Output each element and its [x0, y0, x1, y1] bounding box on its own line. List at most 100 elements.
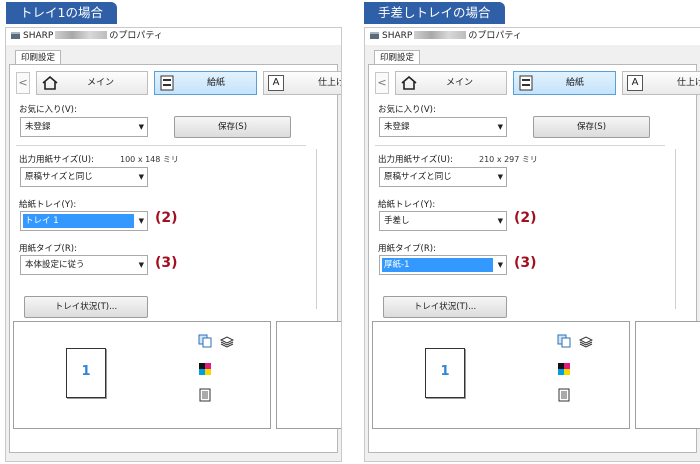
tab-print-settings[interactable]: 印刷設定	[374, 50, 421, 65]
paper-type-value: 本体設定に従う	[25, 260, 85, 270]
nav-prev-button[interactable]: <	[16, 72, 30, 94]
divider	[375, 145, 665, 146]
paper-tray-label: 給紙トレイ(Y):	[19, 200, 77, 210]
settings-content: < メイン 給紙 A 仕上げ お気に入り(V): 未登録 ▼ 保存(	[9, 64, 341, 453]
paper-tray-select[interactable]: 手差し ▼	[379, 211, 507, 231]
window-title-suffix: のプロパティ	[468, 31, 522, 41]
window-title-suffix: のプロパティ	[109, 31, 163, 41]
window-titlebar: SHARP のプロパティ	[365, 28, 700, 45]
tab-print-settings[interactable]: 印刷設定	[15, 50, 62, 65]
nav-finishing-button[interactable]: A 仕上げ	[622, 71, 700, 95]
preview-page-number: 1	[440, 364, 450, 379]
stack-icon	[220, 336, 234, 348]
nav-paper-label: 給紙	[207, 78, 226, 88]
nav-finishing-button[interactable]: A 仕上げ	[263, 71, 341, 95]
finishing-icon: A	[627, 75, 643, 91]
category-nav: < メイン 給紙 A 仕上げ	[16, 71, 341, 95]
nav-paper-button[interactable]: 給紙	[513, 71, 616, 95]
panel-bypass-tray: 手差しトレイの場合 SHARP のプロパティ 印刷設定 < メイン 給紙 A 仕上…	[364, 0, 700, 462]
output-size-select-value: 原稿サイズと同じ	[384, 172, 452, 182]
color-icon	[199, 363, 211, 375]
document-icon	[558, 388, 570, 402]
printer-icon	[370, 32, 379, 39]
divider	[316, 149, 317, 309]
copy-icon	[198, 334, 212, 348]
properties-window: SHARP のプロパティ 印刷設定 < メイン 給紙 A 仕上げ お気に入り(V)…	[364, 27, 700, 462]
color-icon	[558, 363, 570, 375]
favorites-label: お気に入り(V):	[378, 105, 436, 115]
preview-page: 1	[66, 348, 106, 398]
favorites-value: 未登録	[384, 122, 410, 132]
properties-window: SHARP のプロパティ 印刷設定 < メイン 給紙 A 仕上げ お気に入り(V)…	[5, 27, 342, 462]
paper-type-value: 厚紙-1	[382, 258, 493, 272]
annotation-marker: (2)	[155, 210, 178, 226]
nav-paper-label: 給紙	[566, 78, 585, 88]
document-icon	[199, 388, 211, 402]
preview-side-panel	[276, 321, 341, 429]
copy-icon	[557, 334, 571, 348]
nav-main-label: メイン	[87, 78, 115, 88]
window-title-prefix: SHARP	[382, 31, 413, 41]
home-icon	[42, 76, 58, 90]
category-nav: < メイン 給紙 A 仕上げ	[375, 71, 700, 95]
save-button[interactable]: 保存(S)	[533, 116, 650, 138]
window-titlebar: SHARP のプロパティ	[6, 28, 341, 45]
output-size-value: 210 x 297 ミリ	[479, 155, 538, 164]
chevron-down-icon: ▼	[138, 123, 144, 131]
output-size-value: 100 x 148 ミリ	[120, 155, 179, 164]
paper-type-label: 用紙タイプ(R):	[378, 244, 436, 254]
nav-main-button[interactable]: メイン	[36, 71, 148, 95]
nav-main-label: メイン	[446, 78, 474, 88]
chevron-down-icon: ▼	[497, 123, 503, 131]
chevron-down-icon: ▼	[497, 173, 503, 181]
favorites-select[interactable]: 未登録 ▼	[20, 117, 148, 137]
nav-main-button[interactable]: メイン	[395, 71, 507, 95]
chevron-down-icon: ▼	[497, 261, 503, 269]
tray-status-button[interactable]: トレイ状況(T)...	[24, 296, 148, 318]
output-size-select-value: 原稿サイズと同じ	[25, 172, 93, 182]
divider	[675, 149, 676, 309]
chevron-down-icon: ▼	[497, 217, 503, 225]
save-button[interactable]: 保存(S)	[174, 116, 291, 138]
favorites-select[interactable]: 未登録 ▼	[379, 117, 507, 137]
preview-side-panel	[635, 321, 700, 429]
redacted-model-name	[55, 31, 108, 39]
panel-tray1: トレイ1の場合 SHARP のプロパティ 印刷設定 < メイン 給紙 A 仕上げ	[5, 0, 342, 462]
print-preview: 1	[13, 321, 271, 429]
paper-tray-label: 給紙トレイ(Y):	[378, 200, 436, 210]
chevron-down-icon: ▼	[138, 173, 144, 181]
nav-finishing-label: 仕上げ	[677, 78, 700, 88]
paper-tray-icon	[160, 75, 174, 91]
favorites-label: お気に入り(V):	[19, 105, 77, 115]
nav-prev-button[interactable]: <	[375, 72, 389, 94]
paper-type-label: 用紙タイプ(R):	[19, 244, 77, 254]
paper-tray-value: 手差し	[384, 216, 410, 226]
redacted-model-name	[414, 31, 467, 39]
settings-content: < メイン 給紙 A 仕上げ お気に入り(V): 未登録 ▼ 保存(	[368, 64, 700, 453]
printer-icon	[11, 32, 20, 39]
paper-type-select[interactable]: 厚紙-1 ▼	[379, 255, 507, 275]
chevron-down-icon: ▼	[138, 261, 144, 269]
output-size-label: 出力用紙サイズ(U):	[378, 155, 453, 165]
paper-tray-select[interactable]: トレイ 1 ▼	[20, 211, 148, 231]
paper-type-select[interactable]: 本体設定に従う ▼	[20, 255, 148, 275]
window-title-prefix: SHARP	[23, 31, 54, 41]
output-size-select[interactable]: 原稿サイズと同じ ▼	[379, 167, 507, 187]
paper-tray-icon	[519, 75, 533, 91]
annotation-marker: (3)	[155, 255, 178, 271]
banner: 手差しトレイの場合	[364, 2, 505, 24]
divider	[16, 145, 306, 146]
output-size-label: 出力用紙サイズ(U):	[19, 155, 94, 165]
home-icon	[401, 76, 417, 90]
nav-paper-button[interactable]: 給紙	[154, 71, 257, 95]
stack-icon	[579, 336, 593, 348]
preview-page: 1	[425, 348, 465, 398]
annotation-marker: (3)	[514, 255, 537, 271]
chevron-down-icon: ▼	[138, 217, 144, 225]
preview-page-number: 1	[81, 364, 91, 379]
paper-tray-value: トレイ 1	[23, 214, 134, 228]
output-size-select[interactable]: 原稿サイズと同じ ▼	[20, 167, 148, 187]
banner: トレイ1の場合	[6, 2, 117, 24]
print-preview: 1	[372, 321, 630, 429]
tray-status-button[interactable]: トレイ状況(T)...	[383, 296, 507, 318]
